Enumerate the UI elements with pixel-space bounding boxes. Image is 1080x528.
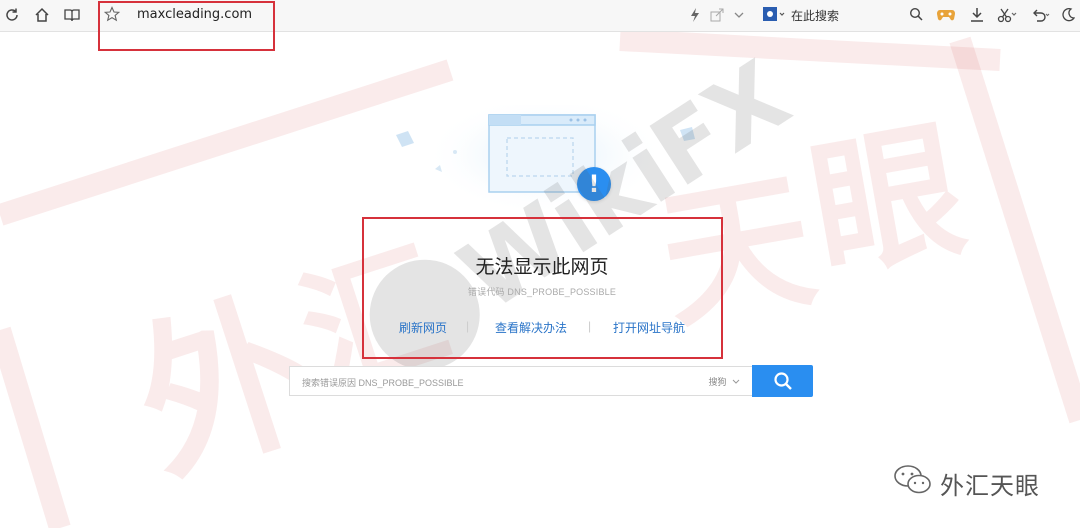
game-icon[interactable] bbox=[935, 4, 957, 26]
search-engine-icon[interactable] bbox=[762, 6, 786, 27]
chevron-down-icon bbox=[732, 379, 740, 384]
search-icon bbox=[773, 372, 792, 390]
search-input[interactable]: 在此搜索 bbox=[791, 7, 839, 24]
search-engine-select[interactable]: 搜狗 bbox=[708, 375, 740, 388]
wechat-caption: 外汇天眼 bbox=[940, 473, 1040, 500]
flash-icon[interactable] bbox=[684, 4, 706, 26]
search-engine-label: 搜狗 bbox=[708, 377, 727, 387]
search-box[interactable]: 在此搜索 bbox=[762, 5, 932, 25]
chevron-down-icon[interactable] bbox=[728, 4, 750, 26]
home-icon[interactable] bbox=[31, 4, 53, 26]
reload-icon[interactable] bbox=[1, 4, 23, 26]
highlight-box-error bbox=[362, 217, 723, 359]
stamp-char-4: 眼 bbox=[798, 101, 977, 301]
share-icon[interactable] bbox=[706, 4, 728, 26]
scissors-icon[interactable] bbox=[997, 4, 1019, 26]
highlight-box-address bbox=[98, 1, 275, 51]
undo-icon[interactable] bbox=[1030, 4, 1052, 26]
error-search-input[interactable]: 搜索错误原因 DNS_PROBE_POSSIBLE bbox=[302, 376, 464, 389]
night-mode-icon[interactable] bbox=[1057, 4, 1079, 26]
error-search-bar[interactable]: 搜索错误原因 DNS_PROBE_POSSIBLE 搜狗 bbox=[289, 366, 752, 396]
download-icon[interactable] bbox=[966, 4, 988, 26]
error-search-button[interactable] bbox=[752, 365, 813, 397]
reading-mode-icon[interactable] bbox=[61, 4, 83, 26]
search-icon[interactable] bbox=[909, 7, 923, 26]
wechat-icon bbox=[893, 464, 933, 496]
